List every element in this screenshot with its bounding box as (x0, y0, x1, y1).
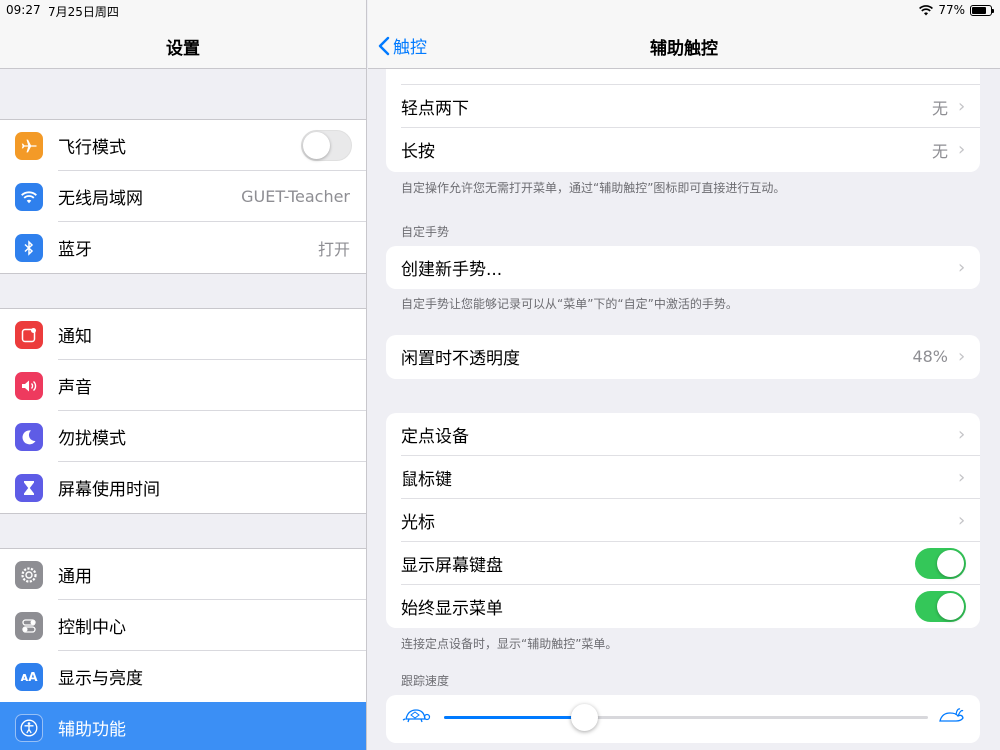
sidebar-item-label: 屏幕使用时间 (58, 480, 160, 500)
status-right: 77% (919, 3, 994, 17)
airplane-mode-toggle[interactable] (301, 130, 352, 161)
sidebar-item-label: 无线局域网 (58, 189, 143, 209)
slider-track (444, 704, 928, 731)
battery-percent: 77% (938, 3, 965, 17)
chevron-right-icon: › (958, 467, 966, 488)
tracking-speed-slider[interactable] (386, 695, 980, 739)
chevron-right-icon: › (958, 346, 966, 367)
row-label: 始终显示菜单 (401, 599, 503, 619)
chevron-right-icon: › (958, 139, 966, 160)
sidebar-title: 设置 (166, 39, 200, 59)
row-label: 长按 (401, 142, 435, 162)
page-title: 辅助触控 (650, 39, 718, 59)
tracking-speed-card (386, 695, 980, 743)
status-time: 09:27 (6, 3, 41, 17)
chevron-right-icon: › (958, 96, 966, 117)
row-label: 轻点两下 (401, 99, 469, 119)
turtle-icon (402, 709, 431, 723)
sidebar-item-control-center[interactable]: 控制中心 (0, 600, 366, 651)
row-long-press[interactable]: 长按 无 › (386, 128, 980, 171)
row-show-onscreen-keyboard: 显示屏幕键盘 (386, 542, 980, 585)
row-label: 定点设备 (401, 427, 469, 447)
row-create-gesture[interactable]: 创建新手势... › (386, 246, 980, 289)
sidebar-group-general: 通用 控制中心 ᴀA 显示与亮度 辅助功能 (0, 548, 366, 750)
sidebar-item-label: 蓝牙 (58, 240, 92, 260)
row-pointer-devices[interactable]: 定点设备 › (386, 413, 980, 456)
chevron-right-icon: › (958, 257, 966, 278)
display-brightness-icon: ᴀA (15, 663, 43, 691)
sidebar-item-label: 控制中心 (58, 618, 126, 638)
sidebar-item-label: 通知 (58, 327, 92, 347)
chevron-right-icon: › (958, 510, 966, 531)
bluetooth-value: 打开 (317, 239, 350, 259)
sidebar-item-label: 声音 (58, 378, 92, 398)
pointer-devices-card: 定点设备 › 鼠标键 › 光标 › 显示屏幕键盘 始终显示菜单 (386, 413, 980, 628)
status-date: 7月25日周四 (48, 5, 119, 19)
tracking-speed-header: 跟踪速度 (401, 674, 450, 688)
status-bar: 09:27 7月25日周四 77% (0, 0, 1000, 22)
sidebar-item-do-not-disturb[interactable]: 勿扰模式 (0, 411, 366, 462)
sidebar-item-sounds[interactable]: 声音 (0, 360, 366, 411)
row-label: 闲置时不透明度 (401, 349, 520, 369)
sidebar-item-general[interactable]: 通用 (0, 549, 366, 600)
sidebar-item-bluetooth[interactable]: 蓝牙 打开 (0, 222, 366, 273)
custom-gestures-card: 创建新手势... › (386, 246, 980, 289)
opacity-card: 闲置时不透明度 48% › (386, 335, 980, 379)
moon-icon (15, 423, 43, 451)
battery-icon (970, 4, 994, 16)
pointer-devices-footer: 连接定点设备时，显示“辅助触控”菜单。 (401, 637, 618, 651)
bluetooth-icon (15, 234, 43, 262)
sidebar-item-label: 辅助功能 (58, 720, 126, 740)
custom-actions-footer: 自定操作允许您无需打开菜单，通过“辅助触控”图标即可直接进行互动。 (401, 181, 786, 195)
wifi-icon (15, 183, 43, 211)
row-value: 48% (912, 347, 948, 366)
sidebar-item-notifications[interactable]: 通知 (0, 309, 366, 360)
always-show-menu-toggle[interactable] (915, 591, 966, 622)
sidebar-item-airplane-mode[interactable]: 飞行模式 (0, 120, 366, 171)
sidebar-item-label: 飞行模式 (58, 138, 126, 158)
custom-gestures-footer: 自定手势让您能够记录可以从“菜单”下的“自定”中激活的手势。 (401, 297, 738, 311)
sidebar-item-wifi[interactable]: 无线局域网 GUET-Teacher (0, 171, 366, 222)
row-label: 创建新手势... (401, 260, 503, 280)
row-label: 光标 (401, 513, 435, 533)
wifi-network-value: GUET-Teacher (241, 187, 350, 206)
control-center-icon (15, 612, 43, 640)
row-label: 显示屏幕键盘 (401, 556, 503, 576)
show-keyboard-toggle[interactable] (915, 548, 966, 579)
hourglass-icon (15, 474, 43, 502)
chevron-right-icon: › (958, 424, 966, 445)
gear-icon (15, 561, 43, 589)
row-value: 无 (931, 141, 948, 161)
sidebar-group-notifications: 通知 声音 勿扰模式 屏幕使用时间 (0, 308, 366, 514)
row-cursor[interactable]: 光标 › (386, 499, 980, 542)
rabbit-icon (939, 708, 964, 722)
row-always-show-menu: 始终显示菜单 (386, 585, 980, 628)
sidebar-item-label: 通用 (58, 567, 92, 587)
aa-glyph: ᴀA (20, 670, 38, 684)
slider-thumb[interactable] (571, 704, 599, 731)
wifi-status-icon (919, 4, 934, 15)
sidebar-item-screen-time[interactable]: 屏幕使用时间 (0, 462, 366, 513)
notifications-icon (15, 321, 43, 349)
row-idle-opacity[interactable]: 闲置时不透明度 48% › (386, 335, 980, 378)
slider-fill (444, 716, 585, 719)
detail-pane: 触控 辅助触控 轻点两下 无 › 长按 无 › 自定操作允许您无需打开菜单，通过… (368, 0, 1000, 750)
sound-icon (15, 372, 43, 400)
custom-gestures-header: 自定手势 (401, 225, 450, 239)
airplane-icon (15, 132, 43, 160)
accessibility-icon (15, 714, 43, 742)
sidebar-group-connectivity: 飞行模式 无线局域网 GUET-Teacher 蓝牙 打开 (0, 119, 366, 274)
sidebar-item-label: 勿扰模式 (58, 429, 126, 449)
settings-sidebar: 设置 飞行模式 无线局域网 GUET-Teacher 蓝牙 打开 通知 声音 勿… (0, 0, 367, 750)
sidebar-item-accessibility[interactable]: 辅助功能 (0, 702, 366, 750)
sidebar-item-display-brightness[interactable]: ᴀA 显示与亮度 (0, 651, 366, 702)
row-mouse-keys[interactable]: 鼠标键 › (386, 456, 980, 499)
sidebar-item-label: 显示与亮度 (58, 669, 143, 689)
row-double-tap[interactable]: 轻点两下 无 › (386, 85, 980, 128)
row-label: 鼠标键 (401, 470, 452, 490)
row-value: 无 (931, 98, 948, 118)
